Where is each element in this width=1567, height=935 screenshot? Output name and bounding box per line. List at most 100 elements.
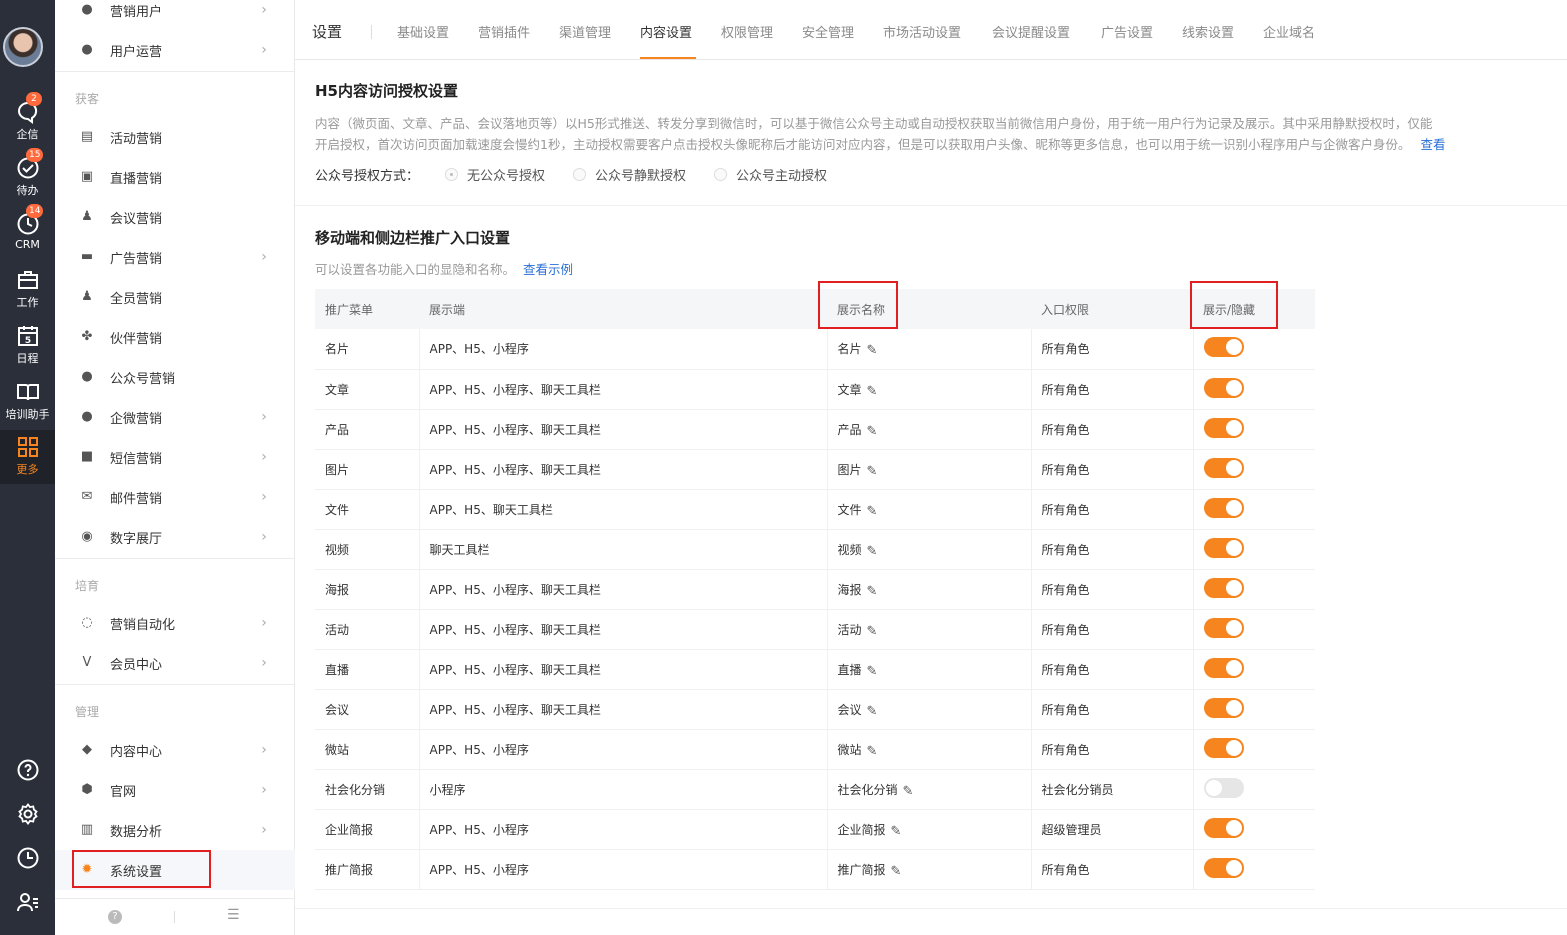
menu-item-live-marketing[interactable]: ▣ 直播营销 — [55, 157, 295, 197]
table-row: 会议 APP、H5、小程序、聊天工具栏 会议 ✎ 所有角色 — [315, 689, 1315, 730]
tab-security[interactable]: 安全管理 — [802, 22, 854, 41]
help-icon[interactable] — [0, 758, 55, 787]
radio-dot — [714, 168, 728, 181]
menu-item-marketing-users[interactable]: ● 营销用户 › — [55, 0, 295, 30]
menu-item-content-center[interactable]: ◆ 内容中心 › — [55, 730, 295, 770]
menu-item-sms-marketing[interactable]: ■ 短信营销 › — [55, 437, 295, 477]
tab-permissions[interactable]: 权限管理 — [721, 22, 773, 41]
edit-pencil-icon[interactable]: ✎ — [867, 744, 878, 759]
history-clock-icon[interactable] — [0, 846, 55, 875]
menu-item-digital-hall[interactable]: ◉ 数字展厅 › — [55, 517, 295, 557]
rail-item-crm[interactable]: 14 CRM — [0, 204, 55, 264]
menu-item-member-center[interactable]: V 会员中心 › — [55, 643, 295, 683]
radio-silent-auth[interactable]: 公众号静默授权 — [573, 165, 686, 184]
view-link[interactable]: 查看 — [1420, 137, 1445, 152]
menu-item-partner-marketing[interactable]: ✤ 伙伴营销 — [55, 317, 295, 357]
user-avatar[interactable] — [3, 27, 43, 67]
menu-item-website[interactable]: ⬢ 官网 › — [55, 770, 295, 810]
layers-icon: ◆ — [82, 742, 92, 757]
tab-meeting-reminder[interactable]: 会议提醒设置 — [992, 22, 1070, 41]
menu-item-user-ops[interactable]: ● 用户运营 › — [55, 30, 295, 70]
menu-item-mail-marketing[interactable]: ✉ 邮件营销 › — [55, 477, 295, 517]
menu-item-wechat-marketing[interactable]: ● 公众号营销 — [55, 357, 295, 397]
radio-active-auth[interactable]: 公众号主动授权 — [714, 165, 827, 184]
menu-item-data-analysis[interactable]: ▥ 数据分析 › — [55, 810, 295, 850]
cell-display-name: 直播 ✎ — [826, 649, 1031, 690]
cell-platform: 小程序 — [418, 769, 827, 810]
cell-permission: 所有角色 — [1030, 409, 1193, 450]
menu-item-ad-marketing[interactable]: ▬ 广告营销 › — [55, 237, 295, 277]
tab-campaign-settings[interactable]: 市场活动设置 — [883, 22, 961, 41]
settings-gear-icon[interactable] — [0, 802, 55, 831]
menu-item-wecom-marketing[interactable]: ● 企微营销 › — [55, 397, 295, 437]
visibility-toggle[interactable] — [1203, 697, 1244, 718]
tab-basic[interactable]: 基础设置 — [397, 22, 449, 41]
menu-item-automation[interactable]: ◌ 营销自动化 › — [55, 603, 295, 643]
help-icon[interactable]: ? — [108, 910, 122, 924]
edit-pencil-icon[interactable]: ✎ — [867, 504, 878, 519]
menu-item-all-staff-marketing[interactable]: ♟ 全员营销 — [55, 277, 295, 317]
rail-item-work[interactable]: 工作 — [0, 268, 55, 320]
visibility-toggle[interactable] — [1203, 337, 1244, 358]
edit-pencil-icon[interactable]: ✎ — [867, 384, 878, 399]
visibility-toggle[interactable] — [1203, 537, 1244, 558]
tab-ads[interactable]: 广告设置 — [1101, 22, 1153, 41]
visibility-toggle[interactable] — [1203, 857, 1244, 878]
visibility-toggle[interactable] — [1203, 777, 1244, 798]
edit-pencil-icon[interactable]: ✎ — [867, 624, 878, 639]
display-name-text: 会议 — [837, 702, 862, 717]
rail-item-label: 日程 — [16, 352, 39, 365]
cell-visibility — [1192, 769, 1315, 810]
rail-item-more[interactable]: 更多 — [0, 430, 55, 484]
visibility-toggle[interactable] — [1203, 377, 1244, 398]
edit-pencil-icon[interactable]: ✎ — [903, 784, 914, 799]
user-profile-icon[interactable] — [0, 890, 55, 919]
table-row: 图片 APP、H5、小程序、聊天工具栏 图片 ✎ 所有角色 — [315, 449, 1315, 490]
visibility-toggle[interactable] — [1203, 817, 1244, 838]
edit-pencil-icon[interactable]: ✎ — [867, 664, 878, 679]
rail-item-training[interactable]: 培训助手 — [0, 380, 55, 432]
visibility-toggle[interactable] — [1203, 577, 1244, 598]
visibility-toggle[interactable] — [1203, 417, 1244, 438]
rail-item-qixin[interactable]: 2 企信 — [0, 92, 55, 152]
edit-pencil-icon[interactable]: ✎ — [891, 824, 902, 839]
entry-subtitle-row: 可以设置各功能入口的显隐和名称。 查看示例 — [315, 259, 573, 278]
rail-item-label: 待办 — [16, 184, 39, 197]
radio-dot — [445, 168, 459, 181]
radio-no-auth[interactable]: 无公众号授权 — [445, 165, 545, 184]
cell-permission: 所有角色 — [1030, 369, 1193, 410]
menu-item-label: 数字展厅 — [110, 531, 163, 547]
tab-leads[interactable]: 线索设置 — [1182, 22, 1234, 41]
visibility-toggle[interactable] — [1203, 657, 1244, 678]
table-row: 海报 APP、H5、小程序、聊天工具栏 海报 ✎ 所有角色 — [315, 569, 1315, 610]
cell-visibility — [1192, 449, 1315, 490]
edit-pencil-icon[interactable]: ✎ — [867, 424, 878, 439]
edit-pencil-icon[interactable]: ✎ — [867, 704, 878, 719]
tab-domain[interactable]: 企业域名 — [1263, 22, 1315, 41]
tab-content[interactable]: 内容设置 — [640, 22, 692, 41]
visibility-toggle[interactable] — [1203, 737, 1244, 758]
view-example-link[interactable]: 查看示例 — [523, 262, 573, 277]
edit-pencil-icon[interactable]: ✎ — [891, 864, 902, 879]
menu-item-activity-marketing[interactable]: ▤ 活动营销 — [55, 117, 295, 157]
menu-divider — [55, 558, 295, 559]
rail-item-todo[interactable]: 15 待办 — [0, 148, 55, 208]
cell-visibility — [1192, 809, 1315, 850]
wechat-icon: ● — [81, 369, 93, 384]
chart-icon: ▥ — [80, 822, 94, 837]
tab-channels[interactable]: 渠道管理 — [559, 22, 611, 41]
visibility-toggle[interactable] — [1203, 617, 1244, 638]
rail-item-schedule[interactable]: 5 日程 — [0, 324, 55, 376]
tab-plugins[interactable]: 营销插件 — [478, 22, 530, 41]
edit-pencil-icon[interactable]: ✎ — [867, 343, 878, 358]
cell-menu: 企业简报 — [315, 809, 419, 850]
visibility-toggle[interactable] — [1203, 457, 1244, 478]
visibility-toggle[interactable] — [1203, 497, 1244, 518]
edit-pencil-icon[interactable]: ✎ — [867, 544, 878, 559]
cell-platform: APP、H5、小程序、聊天工具栏 — [418, 649, 827, 690]
menu-item-meeting-marketing[interactable]: ♟ 会议营销 — [55, 197, 295, 237]
edit-pencil-icon[interactable]: ✎ — [867, 584, 878, 599]
collapse-menu-icon[interactable]: ☰ — [227, 907, 240, 923]
edit-pencil-icon[interactable]: ✎ — [867, 464, 878, 479]
display-name-text: 直播 — [837, 662, 862, 677]
